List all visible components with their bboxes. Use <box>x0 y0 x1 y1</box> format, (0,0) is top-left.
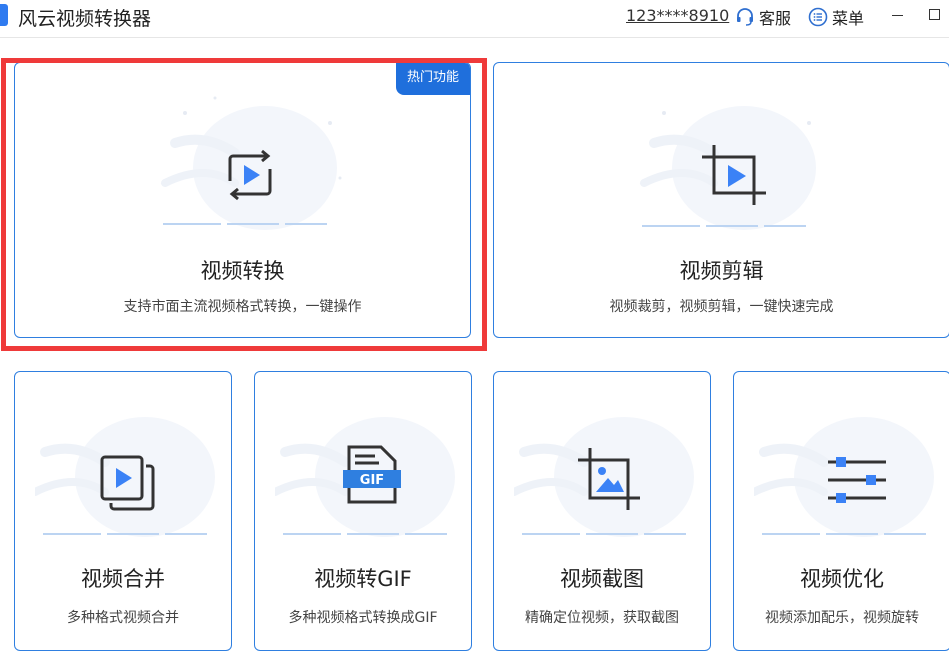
feature-card-video-edit[interactable]: 视频剪辑 视频裁剪，视频剪辑，一键快速完成 <box>493 62 949 338</box>
divider-dashes <box>642 225 806 227</box>
hot-feature-badge: 热门功能 <box>396 63 470 95</box>
video-crop-icon <box>702 145 766 205</box>
feature-description: 多种格式视频合并 <box>67 610 179 626</box>
feature-card-video-merge[interactable]: 视频合并 多种格式视频合并 <box>14 371 232 651</box>
divider-dashes <box>762 533 926 535</box>
feature-title: 视频优化 <box>800 567 884 591</box>
app-title: 风云视频转换器 <box>18 8 152 30</box>
customer-service-button[interactable]: 客服 <box>735 5 791 29</box>
list-menu-icon <box>808 7 828 27</box>
image-crop-icon <box>578 448 640 510</box>
minimize-button[interactable] <box>892 9 904 21</box>
feature-card-video-convert[interactable]: 热门功能 视频转换 支持市面主流视频格式转换，一键操作 <box>14 62 471 338</box>
feature-title: 视频截图 <box>560 567 644 591</box>
feature-description: 多种视频格式转换成GIF <box>288 610 438 626</box>
feature-description: 支持市面主流视频格式转换，一键操作 <box>123 299 362 315</box>
feature-card-video-to-gif[interactable]: GIF 视频转GIF 多种视频格式转换成GIF <box>254 371 472 651</box>
video-convert-icon <box>228 149 272 201</box>
gif-icon-text: GIF <box>360 473 384 488</box>
sliders-icon <box>828 457 886 503</box>
video-merge-icon <box>100 455 155 511</box>
app-logo <box>0 4 8 26</box>
feature-title: 视频合并 <box>81 567 165 591</box>
feature-card-video-screenshot[interactable]: 视频截图 精确定位视频，获取截图 <box>493 371 711 651</box>
service-label: 客服 <box>759 9 792 28</box>
headset-icon <box>735 7 755 27</box>
feature-title: 视频剪辑 <box>679 259 764 283</box>
divider-dashes <box>43 533 207 535</box>
feature-title: 视频转GIF <box>314 567 412 591</box>
menu-label: 菜单 <box>832 9 865 28</box>
divider-dashes <box>283 533 447 535</box>
title-bar: 风云视频转换器 123****8910 客服 菜单 <box>0 0 949 38</box>
divider-dashes <box>522 533 686 535</box>
divider-dashes <box>163 223 327 225</box>
account-link[interactable]: 123****8910 <box>626 6 729 25</box>
maximize-button[interactable] <box>929 9 940 20</box>
feature-description: 视频裁剪，视频剪辑，一键快速完成 <box>609 299 834 315</box>
feature-description: 视频添加配乐，视频旋转 <box>765 610 919 626</box>
feature-description: 精确定位视频，获取截图 <box>525 610 679 626</box>
gif-file-icon: GIF <box>343 445 401 504</box>
feature-title: 视频转换 <box>200 259 285 283</box>
menu-button[interactable]: 菜单 <box>808 5 864 29</box>
feature-card-video-optimize[interactable]: 视频优化 视频添加配乐，视频旋转 <box>733 371 949 651</box>
